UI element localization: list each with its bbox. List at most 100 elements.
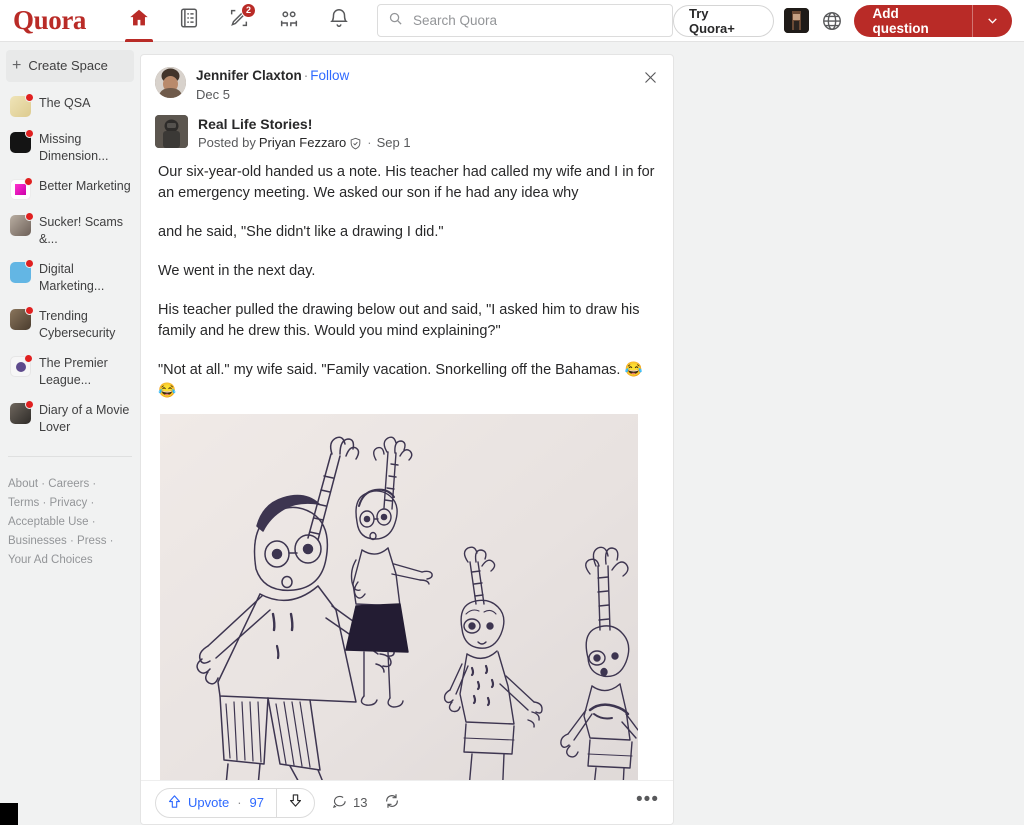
space-list: The QSA Missing Dimension... Better Mark…: [0, 88, 140, 442]
sharer-avatar[interactable]: [155, 67, 186, 98]
space-avatar-icon: [10, 306, 34, 330]
upvote-label: Upvote: [188, 795, 230, 810]
separator-dot: ·: [367, 135, 372, 150]
unread-dot-icon: [25, 212, 34, 221]
notification-bell-icon: [328, 7, 350, 34]
footer-link-about[interactable]: About: [8, 478, 38, 490]
close-icon[interactable]: [641, 68, 659, 86]
space-avatar-icon: [10, 93, 34, 117]
left-sidebar: + Create Space The QSA Missing Dimension…: [0, 42, 140, 825]
header-right-actions: Try Quora+ Add question: [673, 4, 1024, 37]
sharer-line: Jennifer Claxton · Follow: [196, 67, 349, 84]
child-family-drawing[interactable]: [160, 414, 638, 815]
post-paragraph-1: Our six-year-old handed us a note. His t…: [158, 164, 655, 201]
sidebar-item-label: Digital Marketing...: [39, 262, 105, 293]
posted-by-prefix: Posted by: [198, 135, 256, 150]
sidebar-item-diary-of-a-movie-lover[interactable]: Diary of a Movie Lover: [0, 395, 140, 442]
sharer-name[interactable]: Jennifer Claxton: [196, 68, 302, 83]
spaces-people-icon: [278, 7, 300, 34]
sidebar-item-label: Diary of a Movie Lover: [39, 403, 130, 434]
sharer-meta: Jennifer Claxton · Follow Dec 5: [196, 67, 349, 103]
quora-logo[interactable]: Quora: [13, 7, 86, 34]
nav-write-button[interactable]: 2: [214, 0, 264, 42]
separator-dot: ·: [237, 795, 242, 810]
sidebar-item-trending-cybersecurity[interactable]: Trending Cybersecurity: [0, 301, 140, 348]
vote-group: Upvote · 97: [155, 787, 316, 818]
poster-name[interactable]: Priyan Fezzaro: [259, 134, 346, 152]
post-space-header: Real Life Stories! Posted by Priyan Fezz…: [141, 103, 673, 152]
unread-dot-icon: [24, 177, 33, 186]
screen-corner-marker: [0, 803, 18, 825]
sidebar-item-label: Trending Cybersecurity: [39, 309, 116, 340]
more-options-button[interactable]: •••: [636, 790, 659, 811]
follow-button[interactable]: Follow: [310, 68, 349, 83]
answer-list-icon: [178, 7, 200, 34]
post-paragraph-2: and he said, "She didn't like a drawing …: [158, 224, 444, 240]
upvote-button[interactable]: Upvote · 97: [156, 789, 276, 817]
nav-spaces-button[interactable]: [264, 0, 314, 42]
space-avatar-icon: [10, 259, 34, 283]
create-space-label: Create Space: [28, 58, 108, 73]
post-paragraph-5: "Not at all." my wife said. "Family vaca…: [158, 362, 643, 399]
search-bar[interactable]: [377, 4, 673, 37]
shield-check-icon: [349, 137, 362, 150]
top-navigation-bar: Quora 2 Search Quora Try Quora+ Add ques…: [0, 0, 1024, 42]
space-avatar-icon: [10, 212, 34, 236]
unread-dot-icon: [25, 306, 34, 315]
main-nav-icons: 2: [114, 0, 364, 42]
nav-home-button[interactable]: [114, 0, 164, 42]
post-image-container: [141, 414, 673, 815]
space-byline: Posted by Priyan Fezzaro · Sep 1: [198, 134, 411, 152]
sidebar-item-label: Better Marketing: [39, 179, 131, 193]
space-avatar[interactable]: [155, 115, 188, 148]
sidebar-item-better-marketing[interactable]: Better Marketing: [0, 171, 140, 207]
footer-link-acceptable-use[interactable]: Acceptable Use: [8, 516, 89, 528]
repost-icon: [384, 793, 400, 812]
sidebar-item-missing-dimension[interactable]: Missing Dimension...: [0, 124, 140, 171]
upvote-count: 97: [249, 795, 265, 810]
footer-link-careers[interactable]: Careers: [48, 478, 89, 490]
nav-answer-button[interactable]: [164, 0, 214, 42]
space-avatar-icon: [10, 354, 33, 377]
footer-link-businesses[interactable]: Businesses: [8, 535, 67, 547]
chevron-down-icon[interactable]: [972, 4, 1012, 37]
search-input[interactable]: [411, 12, 662, 29]
unread-dot-icon: [24, 354, 33, 363]
footer-link-terms[interactable]: Terms: [8, 497, 39, 509]
footer-link-press[interactable]: Press: [77, 535, 106, 547]
sidebar-item-digital-marketing[interactable]: Digital Marketing...: [0, 254, 140, 301]
create-space-button[interactable]: + Create Space: [6, 50, 134, 82]
unread-dot-icon: [25, 400, 34, 409]
sidebar-item-sucker-scams[interactable]: Sucker! Scams &...: [0, 207, 140, 254]
user-avatar[interactable]: [783, 8, 809, 33]
footer-link-your-ad-choices[interactable]: Your Ad Choices: [8, 554, 93, 566]
post-action-bar: Upvote · 97 13 •••: [141, 780, 673, 824]
post-card: Jennifer Claxton · Follow Dec 5 Real Lif…: [140, 54, 674, 825]
sidebar-item-label: Sucker! Scams &...: [39, 215, 124, 246]
add-question-label: Add question: [872, 5, 929, 36]
sidebar-item-the-premier-league[interactable]: The Premier League...: [0, 348, 140, 395]
try-quora-plus-button[interactable]: Try Quora+: [673, 4, 774, 37]
home-icon: [128, 7, 150, 34]
language-globe-icon[interactable]: [819, 8, 845, 34]
post-text: Our six-year-old handed us a note. His t…: [141, 152, 673, 402]
unread-dot-icon: [25, 129, 34, 138]
footer-link-privacy[interactable]: Privacy: [50, 497, 88, 509]
downvote-button[interactable]: [277, 789, 314, 817]
space-avatar-icon: [10, 129, 34, 153]
comment-bubble-icon: [332, 794, 347, 812]
space-post-date: Sep 1: [376, 135, 411, 150]
search-icon: [388, 11, 403, 31]
nav-notifications-button[interactable]: [314, 0, 364, 42]
space-avatar-icon: [10, 400, 34, 424]
repost-button[interactable]: [384, 793, 400, 812]
post-paragraph-4: His teacher pulled the drawing below out…: [158, 302, 640, 339]
post-paragraph-3: We went in the next day.: [158, 263, 316, 279]
add-question-button[interactable]: Add question: [854, 4, 1013, 37]
space-title[interactable]: Real Life Stories!: [198, 115, 411, 133]
comment-button[interactable]: 13: [332, 794, 367, 812]
feed-column: Jennifer Claxton · Follow Dec 5 Real Lif…: [140, 42, 1024, 825]
sharer-date: Dec 5: [196, 87, 230, 102]
sidebar-item-the-qsa[interactable]: The QSA: [0, 88, 140, 124]
comment-count: 13: [353, 795, 368, 810]
